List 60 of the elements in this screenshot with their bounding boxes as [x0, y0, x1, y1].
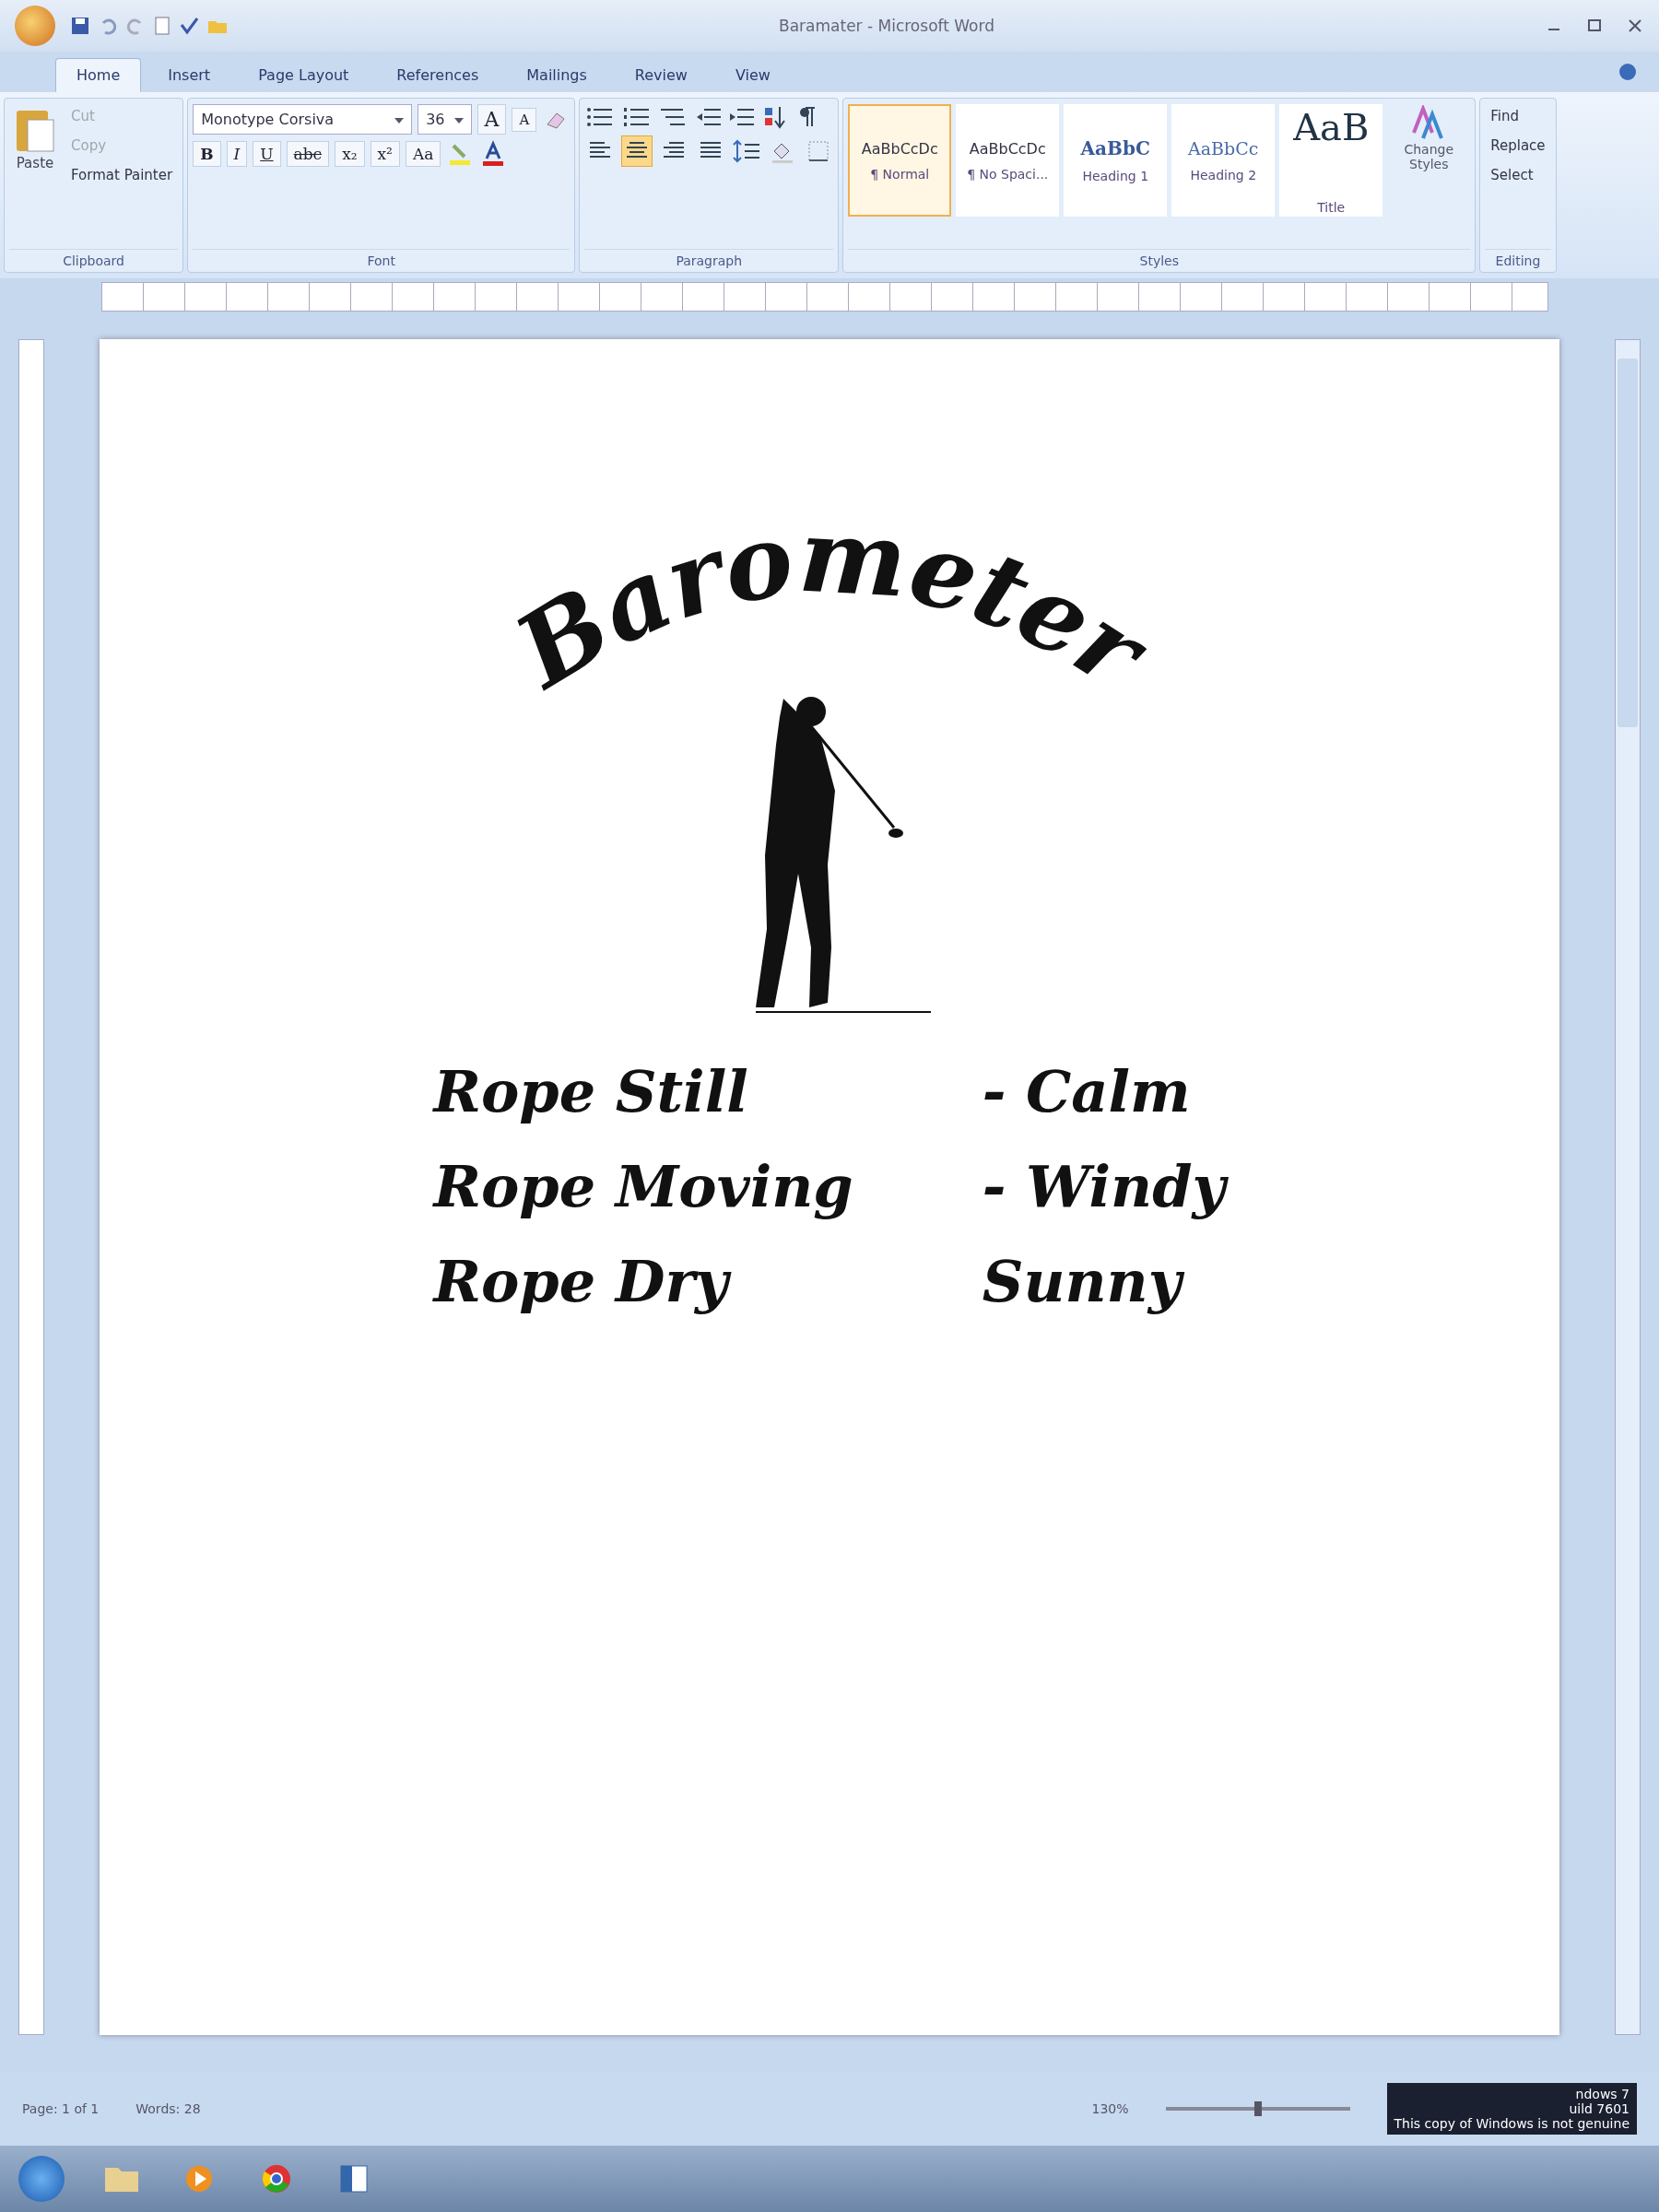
group-label: Editing [1485, 249, 1551, 272]
align-lines-icon [662, 139, 687, 159]
format-button[interactable]: Aa [405, 141, 441, 167]
help-icon[interactable] [1618, 63, 1637, 81]
format-button[interactable]: abc [286, 141, 330, 167]
format-button[interactable]: x² [370, 141, 400, 167]
caret-icon[interactable] [453, 118, 464, 124]
find-button[interactable]: Find [1485, 104, 1524, 128]
start-button[interactable] [18, 2156, 65, 2202]
document-text: Rope Still [433, 1058, 749, 1125]
document-text: Rope Dry [433, 1248, 853, 1315]
style-gallery-item[interactable]: AaBbCcDc ¶ No Spaci... [956, 104, 1060, 217]
group-label: Paragraph [584, 249, 834, 272]
paste-button[interactable]: Paste [9, 104, 61, 172]
font-name-field[interactable]: Monotype Corsiva [193, 104, 413, 135]
style-gallery-item[interactable]: AaBbCc Heading 2 [1171, 104, 1276, 217]
window-title: Baramater - Microsoft Word [778, 17, 995, 35]
format-button[interactable]: U [253, 141, 281, 167]
desktop-notice-text: uild 7601 [1569, 2101, 1630, 2116]
ribbon-tab[interactable]: Insert [147, 58, 232, 92]
desktop-notice-text: ndows 7 [1575, 2087, 1630, 2101]
save-icon[interactable] [70, 16, 90, 36]
desktop-notice-text: This copy of Windows is not genuine [1394, 2116, 1630, 2131]
grow-font-button[interactable]: A [477, 104, 507, 135]
word-count: Words: 28 [135, 2101, 201, 2116]
font-size-field[interactable]: 36 [418, 104, 472, 135]
document-text: Rope Moving [433, 1153, 853, 1220]
format-painter-button[interactable]: Format Painter [65, 163, 179, 187]
select-button[interactable]: Select [1485, 163, 1539, 187]
vertical-scrollbar[interactable] [1615, 339, 1641, 2035]
zoom-level: 130% [1091, 2101, 1129, 2116]
ribbon-tab[interactable]: References [375, 58, 500, 92]
style-gallery-item[interactable]: AaBbC Heading 1 [1064, 104, 1168, 217]
document-text: - Calm [982, 1058, 1192, 1125]
format-button[interactable]: B [193, 141, 221, 167]
change-styles-button[interactable]: Change Styles [1387, 104, 1471, 172]
document-text: Sunny [982, 1248, 1226, 1315]
shrink-font-button[interactable]: A [512, 107, 537, 132]
align-button[interactable] [621, 135, 653, 167]
format-button[interactable]: I [226, 141, 248, 167]
caret-icon[interactable] [394, 118, 405, 124]
ribbon-tab[interactable]: Page Layout [237, 58, 371, 92]
replace-button[interactable]: Replace [1485, 134, 1551, 158]
page-count: Page: 1 of 1 [22, 2101, 100, 2116]
zoom-slider-thumb[interactable] [1253, 2101, 1262, 2116]
spelling-check-icon[interactable] [179, 16, 199, 36]
ribbon-tab[interactable]: Review [613, 58, 709, 92]
style-gallery-item[interactable]: AaB Title [1279, 104, 1383, 217]
align-lines-icon [625, 139, 650, 159]
align-lines-icon [588, 139, 613, 159]
format-button[interactable]: x₂ [335, 141, 365, 167]
style-gallery-item[interactable]: AaBbCcDc ¶ Normal [848, 104, 952, 217]
ribbon-tab[interactable]: View [713, 58, 792, 92]
document-heading: Barometer [496, 505, 1165, 712]
group-label: Font [193, 249, 571, 272]
group-label: Styles [848, 249, 1471, 272]
ribbon-tab[interactable]: Mailings [505, 58, 608, 92]
align-lines-icon [699, 139, 724, 159]
ribbon-tab[interactable]: Home [55, 58, 142, 92]
group-label: Clipboard [9, 249, 179, 272]
